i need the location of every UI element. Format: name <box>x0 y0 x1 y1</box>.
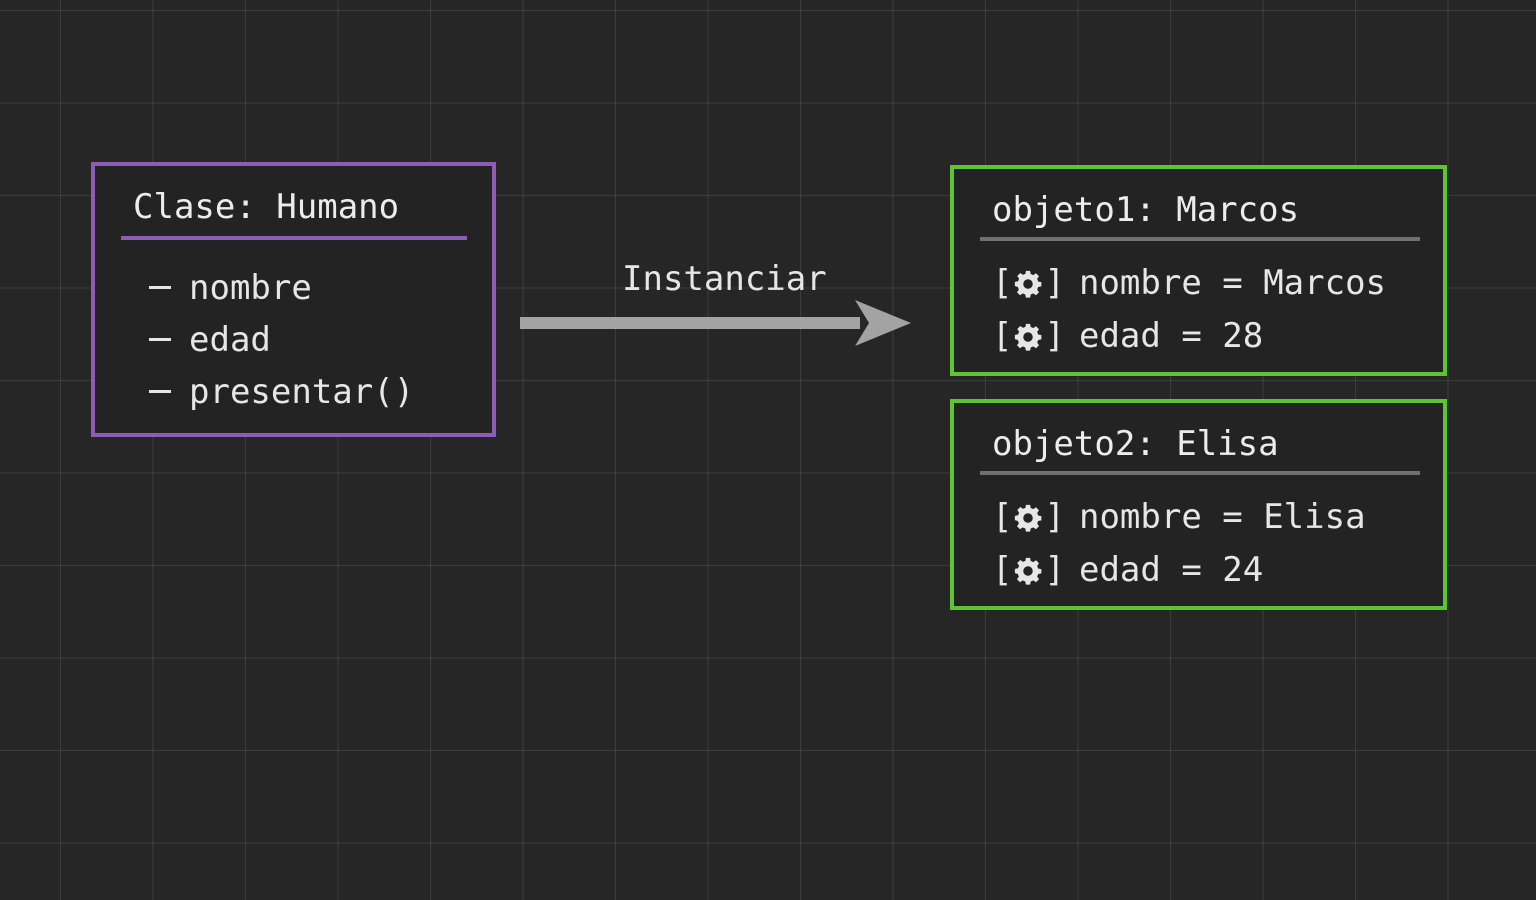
class-member: nombre <box>149 262 414 314</box>
arrow-shaft <box>520 317 860 329</box>
attribute-text: nombre = Marcos <box>1078 263 1387 303</box>
object-attribute: [] edad = 28 <box>992 310 1386 363</box>
gear-icon <box>1015 323 1042 351</box>
object-attribute-list: [] nombre = Marcos [] edad = 28 <box>992 257 1386 363</box>
instantiate-arrow <box>520 300 911 346</box>
object-divider <box>980 471 1420 475</box>
object-attribute: [] nombre = Marcos <box>992 257 1386 310</box>
class-member-list: nombre edad presentar() <box>149 262 414 418</box>
arrow-label: Instanciar <box>622 259 827 299</box>
object-title: objeto1: Marcos <box>992 190 1300 230</box>
object-attribute: [] edad = 24 <box>992 544 1366 597</box>
member-label: nombre <box>189 268 312 308</box>
arrow-head-icon <box>855 300 911 346</box>
attribute-text: edad = 28 <box>1078 316 1264 356</box>
gear-icon <box>1015 504 1042 532</box>
gear-icon <box>1015 270 1042 298</box>
class-box-humano: Clase: Humano nombre edad presentar() <box>91 162 496 437</box>
object-box-marcos: objeto1: Marcos [] nombre = Marcos [] ed… <box>950 165 1447 376</box>
class-divider <box>121 236 467 240</box>
dash-icon <box>149 390 171 393</box>
object-attribute: [] nombre = Elisa <box>992 491 1366 544</box>
gear-icon <box>1015 557 1042 585</box>
object-box-elisa: objeto2: Elisa [] nombre = Elisa [] edad… <box>950 399 1447 610</box>
attribute-text: edad = 24 <box>1078 550 1264 590</box>
object-divider <box>980 237 1420 241</box>
object-attribute-list: [] nombre = Elisa [] edad = 24 <box>992 491 1366 597</box>
dash-icon <box>149 286 171 289</box>
class-member: presentar() <box>149 366 414 418</box>
attribute-text: nombre = Elisa <box>1078 497 1366 537</box>
member-label: presentar() <box>189 372 415 412</box>
member-label: edad <box>189 320 271 360</box>
dash-icon <box>149 338 171 341</box>
class-title: Clase: Humano <box>133 187 400 227</box>
class-member: edad <box>149 314 414 366</box>
object-title: objeto2: Elisa <box>992 424 1279 464</box>
